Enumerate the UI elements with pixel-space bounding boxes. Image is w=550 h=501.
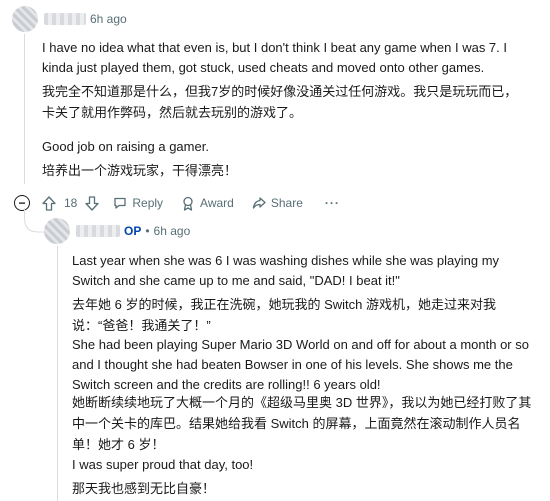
comment-body-en-2: Good job on raising a gamer. — [42, 139, 209, 154]
share-icon — [252, 197, 266, 209]
reply-body-zh-2: 她断断续续地玩了大概一个月的《超级马里奥 3D 世界》，我以为她已经打败了其中一… — [72, 395, 532, 452]
downvote-icon — [85, 195, 100, 211]
reply-body-en-3: I was super proud that day, too! — [72, 457, 254, 472]
commenter-avatar[interactable] — [12, 6, 38, 32]
comment-body-zh-1: 我完全不知道那是什么，但我7岁的时候好像没通关过任何游戏。我只是玩玩而已，卡关了… — [42, 84, 518, 120]
reply-body-en-2: She had been playing Super Mario 3D Worl… — [72, 337, 529, 392]
reply-body-zh-1: 去年她 6 岁的时候，我正在洗碗，她玩我的 Switch 游戏机，她走过来对我说… — [72, 297, 496, 333]
meta-separator: • — [145, 224, 150, 238]
award-button[interactable]: Award — [181, 196, 234, 211]
op-badge: OP — [124, 224, 142, 238]
comment-body-zh-2: 培养出一个游戏玩家，干得漂亮！ — [42, 163, 238, 178]
award-label: Award — [200, 196, 234, 210]
share-label: Share — [270, 196, 303, 210]
commenter-username-blurred[interactable] — [44, 13, 86, 25]
share-button[interactable]: Share — [252, 196, 303, 210]
op-username-blurred[interactable] — [76, 225, 120, 237]
reply-label: Reply — [132, 196, 164, 210]
op-timestamp: 6h ago — [153, 224, 191, 238]
more-options-button[interactable]: ··· — [325, 196, 340, 210]
vote-count: 18 — [64, 196, 78, 210]
award-icon — [183, 196, 193, 211]
reply-button[interactable]: Reply — [113, 196, 163, 210]
op-avatar[interactable] — [44, 218, 70, 244]
reply-thread-line[interactable] — [57, 246, 58, 501]
thread-connector — [24, 208, 46, 233]
reply-body-zh-3: 那天我也感到无比自豪！ — [72, 481, 216, 496]
timestamp-text: 6h ago — [90, 12, 127, 26]
comment-timestamp: 6h ago — [90, 12, 127, 26]
comment-action-bar: 18 Reply Award Share ··· — [42, 194, 342, 212]
downvote-button[interactable] — [85, 195, 100, 211]
reply-icon — [114, 197, 127, 209]
thread-line[interactable] — [24, 34, 25, 184]
comment-body-en-1: I have no idea what that even is, but I … — [42, 40, 507, 75]
op-meta: OP • 6h ago — [124, 224, 190, 238]
reply-body-en-1: Last year when she was 6 I was washing d… — [72, 253, 500, 288]
